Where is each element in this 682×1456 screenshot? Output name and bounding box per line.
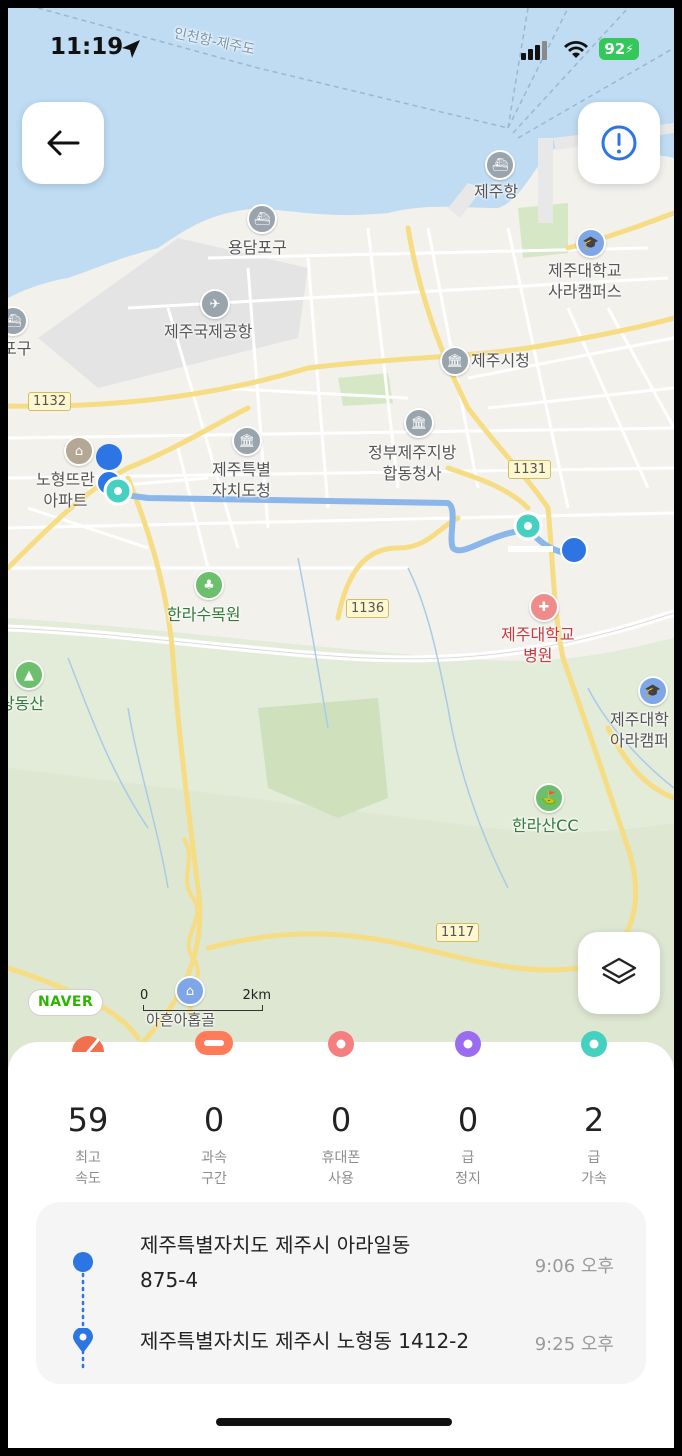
- stat-phone-use-label: 휴대폰 사용: [321, 1150, 361, 1187]
- home-indicator[interactable]: [216, 1418, 452, 1426]
- stat-hard-brake-label: 급 정지: [455, 1150, 481, 1187]
- map-label-yongdampogu[interactable]: 용담포구: [228, 237, 287, 258]
- map-label-bottom-poi[interactable]: 아흔아홉골: [146, 1010, 215, 1031]
- battery-indicator: 92 ⚡: [599, 38, 639, 60]
- mountain-poi-icon[interactable]: ▲: [14, 660, 44, 690]
- map-label-airport[interactable]: 제주국제공항: [164, 321, 252, 342]
- road-badge-1131: 1131: [508, 460, 552, 479]
- stat-hard-brake: 0 급 정지: [408, 1031, 528, 1190]
- golf-poi-icon[interactable]: ⛳: [534, 783, 564, 813]
- cityhall-poi-icon[interactable]: 🏛: [440, 346, 470, 376]
- map-view[interactable]: ⛴ ⛴ ✈ 🎓 🏛 🏛 🏛 ⌂ ♣ ✚ 🎓 ⛳ ▲ ⛴ ⌂ 인천항-제주도 제주…: [8, 8, 674, 1068]
- map-label-dangdongsan[interactable]: 당동산: [8, 693, 44, 714]
- road-badge-1136: 1136: [346, 599, 390, 618]
- stat-speeding-value: 0: [203, 1101, 225, 1139]
- road-badge-1132: 1132: [28, 392, 72, 411]
- map-label-left-cut[interactable]: 포구: [8, 338, 31, 359]
- gov-poi-icon[interactable]: 🏛: [404, 408, 434, 438]
- stat-phone-use-value: 0: [330, 1101, 352, 1139]
- route-timeline: [73, 1252, 93, 1370]
- map-label-univ-hospital[interactable]: 제주대학교 병원: [501, 624, 575, 666]
- province-poi-icon[interactable]: 🏛: [232, 426, 262, 456]
- hospital-poi-icon[interactable]: ✚: [529, 592, 559, 622]
- stat-hard-accel-label: 급 가속: [581, 1150, 607, 1187]
- layers-icon: [601, 957, 637, 985]
- airport-poi-icon[interactable]: ✈: [200, 289, 230, 319]
- charging-bolt-icon: ⚡: [625, 42, 634, 56]
- stat-top-speed-value: 59: [67, 1101, 109, 1139]
- scale-start: 0: [140, 988, 149, 1003]
- stat-top-speed-label: 최고 속도: [75, 1150, 101, 1187]
- scale-bar: [143, 1005, 263, 1011]
- naver-logo[interactable]: NAVER: [28, 989, 104, 1016]
- stat-hard-accel-value: 2: [583, 1101, 605, 1139]
- map-label-province-office[interactable]: 제주특별 자치도청: [212, 459, 271, 501]
- map-label-nohyeong-apt[interactable]: 노형뜨란 아파트: [36, 469, 95, 511]
- trip-summary-panel: 59 최고 속도 0 과속 구간 0 휴대폰 사용 0 급 정지 2 급 가속 …: [8, 1031, 674, 1448]
- apartment-poi-icon[interactable]: ⌂: [64, 436, 94, 466]
- signal-icon: [521, 41, 547, 60]
- pier-poi-icon[interactable]: ⛴: [247, 204, 277, 234]
- exclamation-circle-icon: [601, 125, 637, 161]
- univ-poi-icon[interactable]: 🎓: [576, 228, 606, 258]
- wifi-icon: [564, 41, 588, 58]
- back-button[interactable]: [22, 102, 104, 184]
- map-label-gov-complex[interactable]: 정부제주지방 합동청사: [368, 442, 456, 484]
- end-time: 9:25 오후: [534, 1334, 614, 1355]
- map-base: [8, 8, 674, 1068]
- map-label-univ-ara[interactable]: 제주대학 아라캠퍼: [610, 709, 669, 751]
- port-poi-icon[interactable]: ⛴: [485, 150, 515, 180]
- stat-speeding-label: 과속 구간: [201, 1150, 227, 1187]
- map-label-jeju-port[interactable]: 제주항: [474, 181, 518, 202]
- scale-end: 2km: [242, 988, 271, 1003]
- stat-speeding: 0 과속 구간: [154, 1031, 274, 1190]
- speeding-badge-icon: [195, 1031, 233, 1055]
- end-address: 제주특별자치도 제주시 노형동 1412-2: [140, 1329, 470, 1353]
- info-button[interactable]: [578, 102, 660, 184]
- start-time: 9:06 오후: [534, 1256, 614, 1277]
- trip-route-card[interactable]: 제주특별자치도 제주시 아라일동 875-4 9:06 오후 제주특별자치도 제…: [36, 1202, 646, 1384]
- arboretum-poi-icon[interactable]: ♣: [194, 570, 224, 600]
- map-label-city-hall[interactable]: 제주시청: [471, 350, 530, 371]
- phone-use-dot-icon: [328, 1031, 354, 1057]
- map-scale: 0 2km: [140, 988, 271, 1012]
- destination-pin-icon: [73, 1328, 93, 1353]
- hard-accel-dot-icon: [581, 1031, 607, 1057]
- location-arrow-icon: [122, 40, 140, 58]
- map-layers-button[interactable]: [578, 932, 660, 1014]
- campus-poi-icon[interactable]: 🎓: [638, 676, 668, 706]
- stat-top-speed: 59 최고 속도: [28, 1036, 148, 1190]
- start-address: 제주특별자치도 제주시 아라일동 875-4: [140, 1233, 411, 1292]
- stat-hard-accel: 2 급 가속: [534, 1031, 654, 1190]
- status-time: 11:19: [50, 34, 124, 60]
- app-screen: ⛴ ⛴ ✈ 🎓 🏛 🏛 🏛 ⌂ ♣ ✚ 🎓 ⛳ ▲ ⛴ ⌂ 인천항-제주도 제주…: [8, 8, 674, 1448]
- stat-hard-brake-value: 0: [457, 1101, 479, 1139]
- speedometer-icon: [72, 1036, 104, 1054]
- arrow-left-icon: [47, 130, 80, 156]
- map-label-halla-cc[interactable]: 한라산CC: [512, 815, 579, 836]
- road-badge-1117: 1117: [436, 923, 480, 942]
- map-label-arboretum[interactable]: 한라수목원: [167, 604, 241, 625]
- map-label-univ-sara[interactable]: 제주대학교 사라캠퍼스: [548, 260, 622, 302]
- battery-level: 92: [604, 40, 626, 58]
- hard-brake-dot-icon: [455, 1031, 481, 1057]
- stat-phone-use: 0 휴대폰 사용: [281, 1031, 401, 1190]
